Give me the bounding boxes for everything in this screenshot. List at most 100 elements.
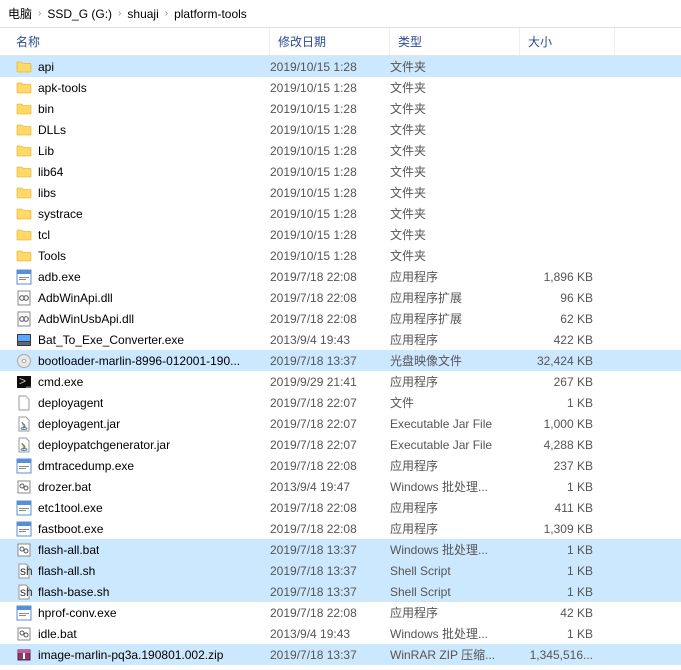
file-size: 62 KB — [520, 312, 615, 326]
svg-text:>_: >_ — [19, 374, 32, 388]
sh-icon: sh — [16, 563, 32, 579]
file-row[interactable]: drozer.bat2013/9/4 19:47Windows 批处理...1 … — [0, 476, 681, 497]
file-row[interactable]: shflash-all.sh2019/7/18 13:37Shell Scrip… — [0, 560, 681, 581]
folder-icon — [16, 227, 32, 243]
file-row[interactable]: AdbWinUsbApi.dll2019/7/18 22:08应用程序扩展62 … — [0, 308, 681, 329]
file-size: 32,424 KB — [520, 354, 615, 368]
breadcrumb-item[interactable]: platform-tools — [174, 7, 247, 21]
file-row[interactable]: deployagent2019/7/18 22:07文件1 KB — [0, 392, 681, 413]
exe-icon — [16, 269, 32, 285]
file-row[interactable]: idle.bat2013/9/4 19:43Windows 批处理...1 KB — [0, 623, 681, 644]
file-type: Executable Jar File — [390, 438, 520, 452]
breadcrumb-item[interactable]: 电脑 — [8, 5, 32, 22]
file-name: fastboot.exe — [38, 522, 103, 536]
file-row[interactable]: deploypatchgenerator.jar2019/7/18 22:07E… — [0, 434, 681, 455]
file-row[interactable]: fastboot.exe2019/7/18 22:08应用程序1,309 KB — [0, 518, 681, 539]
file-size: 1,896 KB — [520, 270, 615, 284]
file-date: 2019/10/15 1:28 — [270, 123, 390, 137]
file-row[interactable]: >_cmd.exe2019/9/29 21:41应用程序267 KB — [0, 371, 681, 392]
file-type: 光盘映像文件 — [390, 352, 520, 369]
file-row[interactable]: api2019/10/15 1:28文件夹 — [0, 56, 681, 77]
file-row[interactable]: systrace2019/10/15 1:28文件夹 — [0, 203, 681, 224]
file-row[interactable]: adb.exe2019/7/18 22:08应用程序1,896 KB — [0, 266, 681, 287]
file-row[interactable]: deployagent.jar2019/7/18 22:07Executable… — [0, 413, 681, 434]
file-name: systrace — [38, 207, 83, 221]
file-date: 2019/7/18 22:08 — [270, 501, 390, 515]
file-size: 422 KB — [520, 333, 615, 347]
file-row[interactable]: dmtracedump.exe2019/7/18 22:08应用程序237 KB — [0, 455, 681, 476]
chevron-right-icon: › — [165, 8, 168, 19]
dll-icon — [16, 311, 32, 327]
file-row[interactable]: apk-tools2019/10/15 1:28文件夹 — [0, 77, 681, 98]
file-row[interactable]: tcl2019/10/15 1:28文件夹 — [0, 224, 681, 245]
bat-icon — [16, 542, 32, 558]
file-size: 1 KB — [520, 480, 615, 494]
file-row[interactable]: etc1tool.exe2019/7/18 22:08应用程序411 KB — [0, 497, 681, 518]
file-name: flash-all.bat — [38, 543, 99, 557]
file-date: 2019/7/18 22:08 — [270, 459, 390, 473]
file-row[interactable]: AdbWinApi.dll2019/7/18 22:08应用程序扩展96 KB — [0, 287, 681, 308]
file-size: 267 KB — [520, 375, 615, 389]
file-type: 应用程序 — [390, 604, 520, 621]
file-row[interactable]: Bat_To_Exe_Converter.exe2013/9/4 19:43应用… — [0, 329, 681, 350]
file-date: 2019/7/18 22:07 — [270, 438, 390, 452]
file-name: bin — [38, 102, 54, 116]
file-date: 2019/7/18 22:08 — [270, 270, 390, 284]
file-row[interactable]: bin2019/10/15 1:28文件夹 — [0, 98, 681, 119]
file-row[interactable]: DLLs2019/10/15 1:28文件夹 — [0, 119, 681, 140]
column-header-name[interactable]: 名称 — [0, 28, 270, 55]
chevron-right-icon: › — [38, 8, 41, 19]
file-size: 96 KB — [520, 291, 615, 305]
breadcrumb[interactable]: 电脑› SSD_G (G:)› shuaji› platform-tools — [0, 0, 681, 28]
file-type: 应用程序 — [390, 331, 520, 348]
file-name: idle.bat — [38, 627, 77, 641]
file-row[interactable]: image-marlin-pq3a.190801.002.zip2019/7/1… — [0, 644, 681, 665]
exe-icon — [16, 500, 32, 516]
file-type: 文件 — [390, 394, 520, 411]
file-row[interactable]: libs2019/10/15 1:28文件夹 — [0, 182, 681, 203]
file-type: Windows 批处理... — [390, 541, 520, 558]
iso-icon — [16, 353, 32, 369]
file-name: deployagent.jar — [38, 417, 120, 431]
file-type: 应用程序扩展 — [390, 289, 520, 306]
file-name: AdbWinApi.dll — [38, 291, 113, 305]
file-type: 文件夹 — [390, 163, 520, 180]
file-row[interactable]: lib642019/10/15 1:28文件夹 — [0, 161, 681, 182]
file-date: 2019/7/18 13:37 — [270, 543, 390, 557]
folder-icon — [16, 143, 32, 159]
breadcrumb-item[interactable]: SSD_G (G:) — [47, 7, 112, 21]
file-icon — [16, 395, 32, 411]
file-size: 1,309 KB — [520, 522, 615, 536]
file-name: bootloader-marlin-8996-012001-190... — [38, 354, 240, 368]
file-name: DLLs — [38, 123, 66, 137]
file-type: 文件夹 — [390, 205, 520, 222]
file-type: Shell Script — [390, 564, 520, 578]
column-header-type[interactable]: 类型 — [390, 28, 520, 55]
file-name: etc1tool.exe — [38, 501, 103, 515]
file-row[interactable]: Tools2019/10/15 1:28文件夹 — [0, 245, 681, 266]
file-date: 2019/10/15 1:28 — [270, 249, 390, 263]
folder-icon — [16, 59, 32, 75]
file-row[interactable]: flash-all.bat 2019/7/18 13:37Windows 批处理.… — [0, 539, 681, 560]
file-type: 文件夹 — [390, 142, 520, 159]
file-date: 2019/10/15 1:28 — [270, 228, 390, 242]
file-name: drozer.bat — [38, 480, 91, 494]
file-name: api — [38, 60, 54, 74]
file-row[interactable]: Lib2019/10/15 1:28文件夹 — [0, 140, 681, 161]
column-header-size[interactable]: 大小 — [520, 28, 615, 55]
file-date: 2019/10/15 1:28 — [270, 186, 390, 200]
file-name: flash-base.sh — [38, 585, 109, 599]
folder-icon — [16, 185, 32, 201]
file-type: Windows 批处理... — [390, 478, 520, 495]
file-row[interactable]: hprof-conv.exe2019/7/18 22:08应用程序42 KB — [0, 602, 681, 623]
exe-icon — [16, 521, 32, 537]
column-header-date[interactable]: 修改日期 — [270, 28, 390, 55]
file-type: 文件夹 — [390, 100, 520, 117]
file-size: 1 KB — [520, 396, 615, 410]
file-list: api2019/10/15 1:28文件夹apk-tools2019/10/15… — [0, 56, 681, 665]
file-row[interactable]: bootloader-marlin-8996-012001-190...2019… — [0, 350, 681, 371]
breadcrumb-item[interactable]: shuaji — [127, 7, 158, 21]
file-type: Executable Jar File — [390, 417, 520, 431]
file-row[interactable]: shflash-base.sh2019/7/18 13:37Shell Scri… — [0, 581, 681, 602]
file-date: 2019/7/18 22:08 — [270, 606, 390, 620]
